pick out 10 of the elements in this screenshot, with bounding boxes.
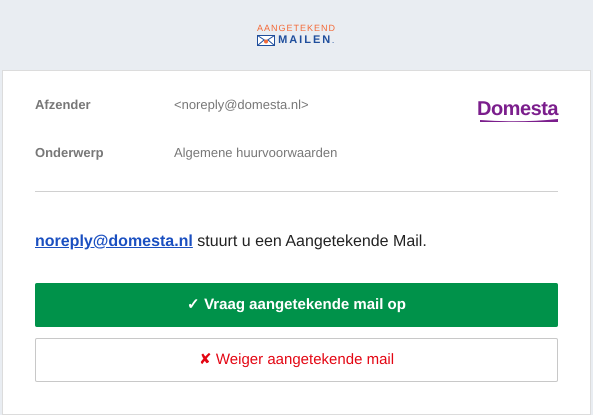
field-value: Algemene huurvoorwaarden [174,144,338,162]
decline-button[interactable]: ✘ Weiger aangetekende mail [35,338,558,382]
field-value: <noreply@domesta.nl> [174,96,309,114]
sender-logo: Domesta [477,99,558,123]
field-label: Onderwerp [35,144,105,162]
envelope-icon [257,35,276,46]
message-text: noreply@domesta.nl stuurt u een Aangetekende Mail. [35,232,428,252]
field-label: Afzender [35,96,92,114]
request-button[interactable]: ✓ Vraag aangetekende mail op [35,283,558,327]
sender-link[interactable]: noreply@domesta.nl [35,233,193,250]
